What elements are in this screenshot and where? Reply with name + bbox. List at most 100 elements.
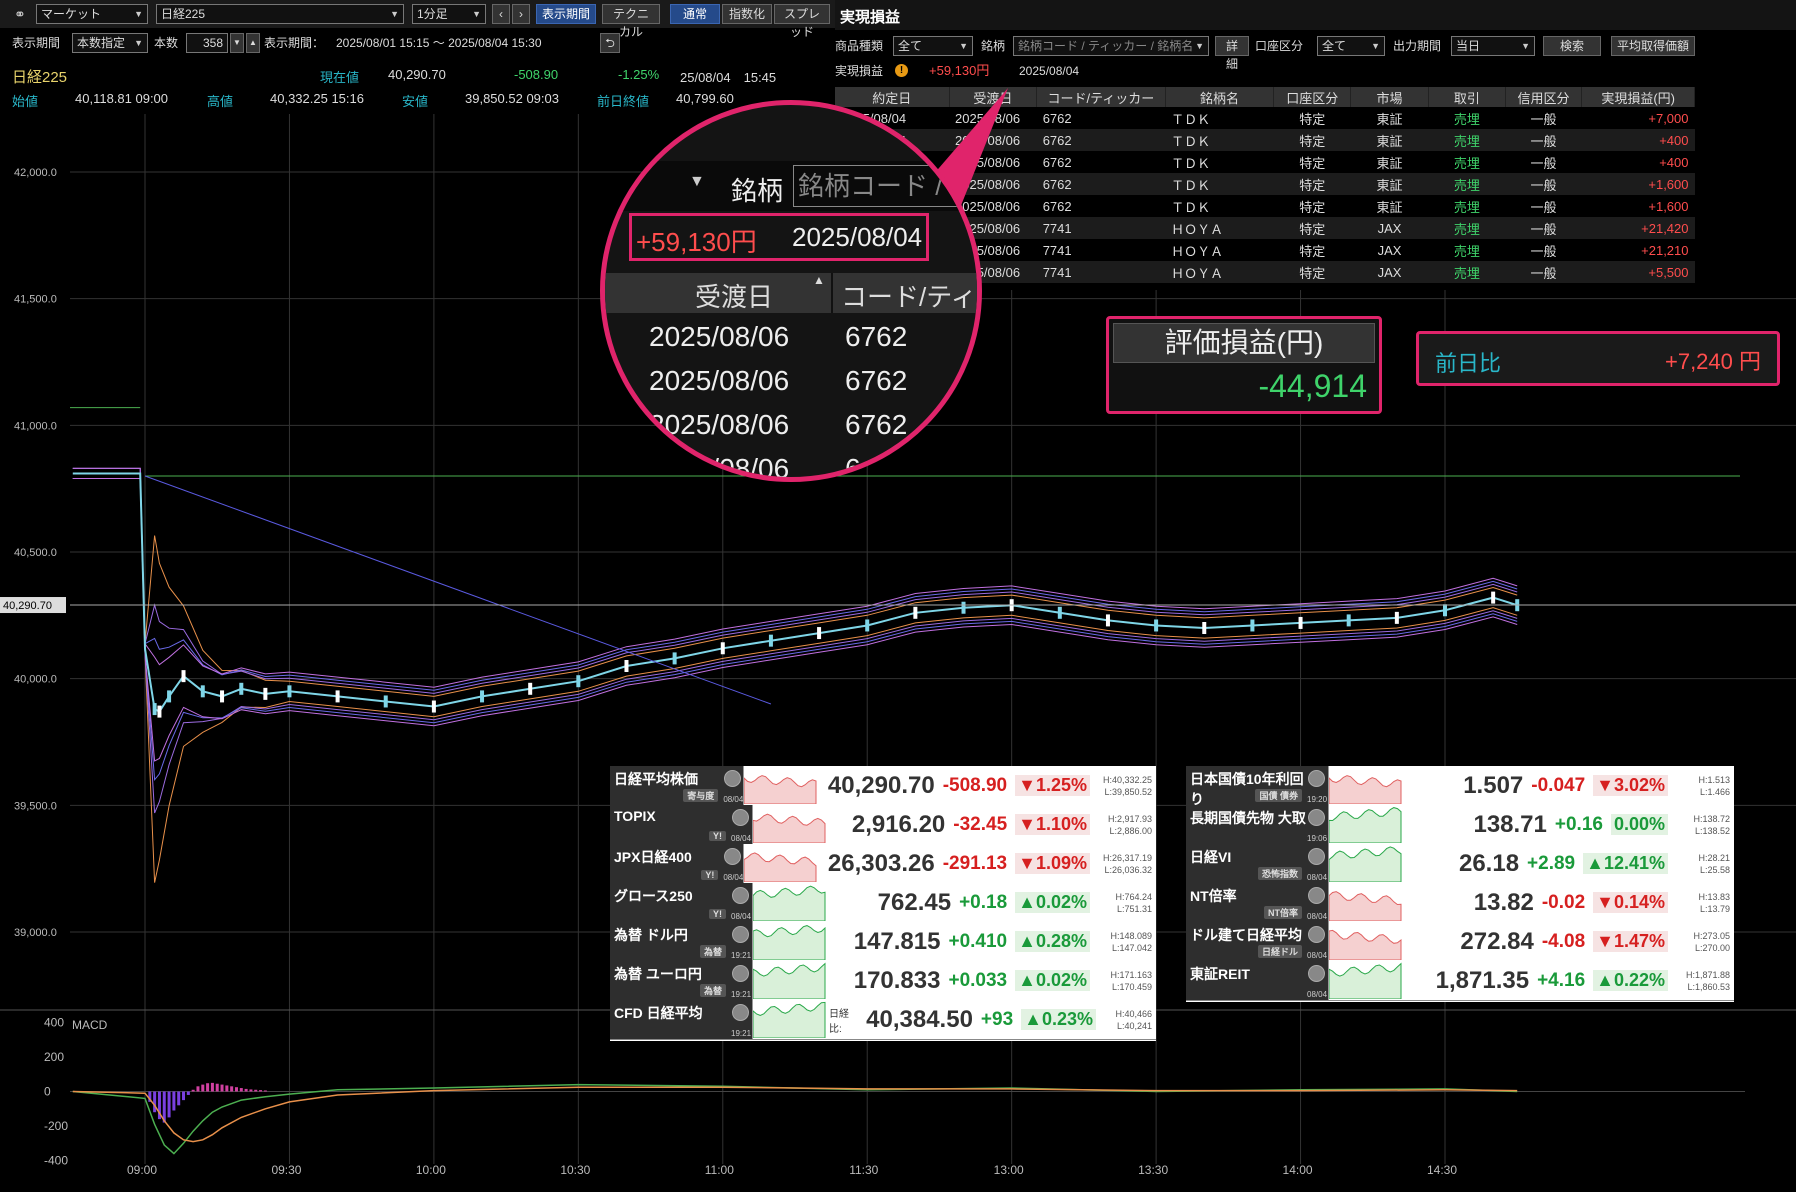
tile-flag: 19:21 [730,1000,752,1039]
candle [1443,604,1447,617]
col-header[interactable]: 実現損益(円) [1581,87,1695,107]
warning-icon[interactable]: ! [895,64,908,77]
candle [157,705,162,718]
tile-sparkline [752,961,829,1000]
next-button[interactable]: › [512,4,530,24]
market-tiles-right: 日本国債10年利回り 国債 債券 19:20 1.507 -0.047 ▼3.02% H:1… [1186,766,1734,1002]
normal-button[interactable]: 通常 [670,4,720,24]
acct-select[interactable]: 全て ▼ [1317,36,1385,56]
candle [576,675,581,688]
count-down-button[interactable]: ▼ [230,33,244,53]
col-header[interactable]: 取引 [1428,87,1506,107]
candle [1154,619,1159,632]
macd-hist-bar [215,1083,219,1092]
col-header[interactable]: 信用区分 [1505,87,1583,107]
sym-input[interactable]: 銘柄コード / ティッカー / 銘柄名 ▼ [1013,36,1209,56]
technical-button[interactable]: テクニカル [602,4,660,39]
table-cell: +400 [1581,129,1695,151]
period-button[interactable]: 表示期間 [536,4,596,24]
macd-hist-bar [239,1088,243,1092]
market-tile[interactable]: ドル建て日経平均 日経ドル 08/04 272.84 -4.08 ▼1.47% H:273.… [1186,922,1734,962]
count-input[interactable]: 358 [186,33,228,53]
candle [817,627,822,640]
current-price-label: 40,290.70 [3,600,52,612]
macd-hist-bar [186,1091,190,1095]
table-cell: +7,000 [1648,110,1689,126]
tile-name: JPX日経400 Y! [610,844,723,883]
market-tile[interactable]: グロース250 Y! 08/04 762.45 +0.18 ▲0.02% H:764.24 … [610,883,1156,923]
open-value: 40,118.81 09:00 [75,91,169,106]
avg-price-button[interactable]: 平均取得価額 [1611,36,1695,56]
table-cell: ＨＯＹＡ [1165,217,1274,239]
candle [528,682,533,695]
search-button[interactable]: 検索 [1543,36,1601,56]
magnifier: ▼ 銘柄 銘柄コード / ティ +59,130円 2025/08/04 受渡日 … [600,100,982,482]
out-period-select[interactable]: 当日 ▼ [1451,36,1535,56]
sparkline-path [752,813,826,844]
tile-values: 日経比: 40,384.50 +93 ▲0.23% H:40,466 L:40,241 [829,1000,1156,1039]
chevron-down-icon: ▼ [390,9,399,19]
chevron-down-icon: ▼ [134,38,143,48]
trend-line [144,475,772,705]
sparkline-path [752,962,826,1000]
flag-icon [732,809,749,826]
macd-y-tick: 0 [44,1085,51,1099]
count-up-button[interactable]: ▲ [246,33,260,53]
col-header[interactable]: 市場 [1350,87,1429,107]
candle [1057,606,1062,619]
market-tile[interactable]: 日本国債10年利回り 国債 債券 19:20 1.507 -0.047 ▼3.02% H:1… [1186,766,1734,807]
market-tile[interactable]: 為替 ドル円 為替 19:21 147.815 +0.410 ▲0.28% H:148.08… [610,922,1156,962]
macd-hist-bar [191,1089,195,1092]
chevron-down-icon: ▼ [1521,41,1530,51]
candle [200,685,205,698]
spread-button[interactable]: スプレッド [774,4,830,39]
mag-row: 2025/08/06 6762 [605,317,977,361]
market-tile[interactable]: CFD 日経平均 19:21 日経比: 40,384.50 +93 ▲0.23% H:40,… [610,1000,1156,1040]
candle [1298,616,1303,629]
mag-cell: 2025/08/06 [649,321,790,352]
tile-values: 170.833 +0.033 ▲0.02% H:171.163 L:170.459 [829,961,1156,1000]
market-tile[interactable]: 日経平均株価 寄与度 08/04 40,290.70 -508.90 ▼1.25% H:40… [610,766,1156,806]
mag-sum: +59,130円 [636,227,757,257]
mag-col-divider [831,273,833,313]
period-mode-select[interactable]: 本数指定 ▼ [72,33,148,53]
prev-button[interactable]: ‹ [492,4,510,24]
market-tile[interactable]: 日経VI 恐怖指数 08/04 26.18 +2.89 ▲12.41% H:28.21 L:… [1186,844,1734,884]
type-select[interactable]: 全て ▼ [893,36,973,56]
col-header[interactable]: 口座区分 [1273,87,1352,107]
tile-flag: 08/04 [1306,922,1328,961]
prev-value: 40,799.60 [676,91,734,106]
market-tile[interactable]: NT倍率 NT倍率 08/04 13.82 -0.02 ▼0.14% H:13.83 L:1… [1186,883,1734,923]
tile-flag: 08/04 [722,766,743,805]
detail-button[interactable]: 詳細 [1215,36,1249,71]
index-button[interactable]: 指数化 [722,4,772,24]
table-cell: 東証 [1376,155,1403,171]
candle [263,687,268,700]
table-cell: 6762 [1042,110,1072,126]
sparkline-path [1328,846,1402,883]
table-cell: +400 [1659,154,1689,170]
table-cell: 7741 [1036,261,1166,283]
table-cell: 一般 [1505,129,1582,151]
flag-icon [732,1004,749,1021]
tile-name: ドル建て日経平均 日経ドル [1186,922,1306,961]
candle [624,660,629,672]
sum-date: 2025/08/04 [1019,64,1080,78]
table-cell: 6762 [1042,154,1072,170]
y-tick-label: 40,000.0 [14,674,57,686]
tile-flag: 08/04 [1306,883,1328,922]
market-tile[interactable]: JPX日経400 Y! 08/04 26,303.26 -291.13 ▼1.09% H:2… [610,844,1156,884]
tile-values: 147.815 +0.410 ▲0.28% H:148.089 L:147.042 [829,922,1156,961]
symbol-select[interactable]: 日経225 ▼ [156,4,404,24]
table-cell: 7741 [1042,242,1072,258]
market-tile[interactable]: TOPIX Y! 08/04 2,916.20 -32.45 ▼1.10% H:2,917.… [610,805,1156,845]
market-tile[interactable]: 為替 ユーロ円 為替 19:21 170.833 +0.033 ▲0.02% H:171.1… [610,961,1156,1001]
reset-icon[interactable]: ⮌ [600,33,620,53]
market-tile[interactable]: 長期国債先物 大取 19:06 138.71 +0.16 0.00% H:138.72 L… [1186,805,1734,845]
interval-select[interactable]: 1分足 ▼ [412,4,486,24]
market-tile[interactable]: 東証REIT 08/04 1,871.35 +4.16 ▲0.22% H:1,871.88… [1186,961,1734,1001]
col-header[interactable]: コード/ティッカー [1036,87,1166,107]
link-icon[interactable]: ⚭ [14,6,26,23]
col-header[interactable]: 銘柄名 [1165,87,1275,107]
market-select[interactable]: マーケット ▼ [36,4,148,24]
